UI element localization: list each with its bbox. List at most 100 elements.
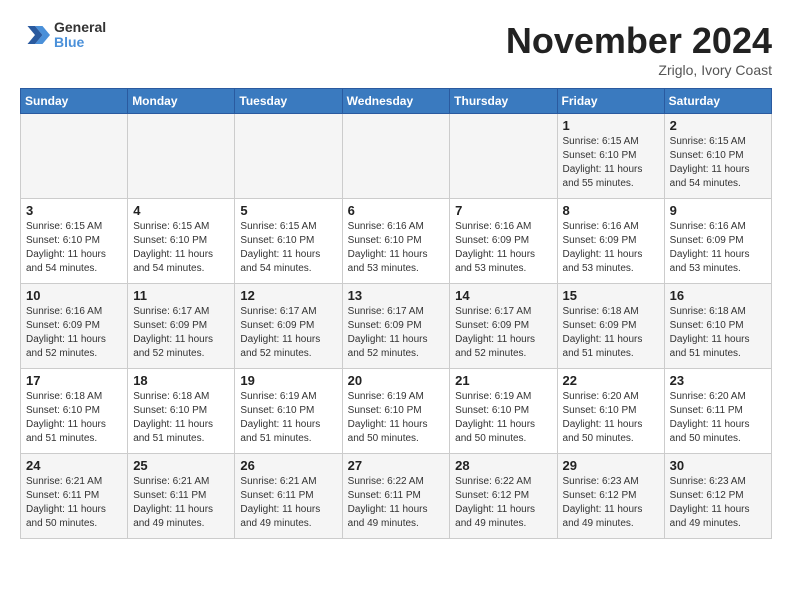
day-info: Sunrise: 6:17 AM Sunset: 6:09 PM Dayligh…	[455, 305, 551, 361]
calendar-week-5: 24Sunrise: 6:21 AM Sunset: 6:11 PM Dayli…	[21, 454, 772, 539]
day-number: 22	[563, 373, 659, 388]
day-number: 5	[240, 203, 336, 218]
calendar-cell: 25Sunrise: 6:21 AM Sunset: 6:11 PM Dayli…	[128, 454, 235, 539]
calendar-week-3: 10Sunrise: 6:16 AM Sunset: 6:09 PM Dayli…	[21, 284, 772, 369]
calendar-cell	[21, 114, 128, 199]
day-number: 13	[348, 288, 445, 303]
calendar-cell: 24Sunrise: 6:21 AM Sunset: 6:11 PM Dayli…	[21, 454, 128, 539]
calendar-cell: 19 Sunrise: 6:19 AM Sunset: 6:10 PM Dayli…	[235, 369, 342, 454]
calendar-cell: 21Sunrise: 6:19 AM Sunset: 6:10 PM Dayli…	[450, 369, 557, 454]
day-number: 1	[563, 118, 659, 133]
calendar-cell: 7 Sunrise: 6:16 AM Sunset: 6:09 PM Daylig…	[450, 199, 557, 284]
day-number: 14	[455, 288, 551, 303]
calendar-week-2: 3 Sunrise: 6:15 AM Sunset: 6:10 PM Daylig…	[21, 199, 772, 284]
day-number: 16	[670, 288, 766, 303]
day-header-monday: Monday	[128, 89, 235, 114]
calendar-cell: 5 Sunrise: 6:15 AM Sunset: 6:10 PM Daylig…	[235, 199, 342, 284]
calendar-cell: 18Sunrise: 6:18 AM Sunset: 6:10 PM Dayli…	[128, 369, 235, 454]
calendar-cell: 6 Sunrise: 6:16 AM Sunset: 6:10 PM Daylig…	[342, 199, 450, 284]
calendar-cell: 27 Sunrise: 6:22 AM Sunset: 6:11 PM Dayli…	[342, 454, 450, 539]
day-info: Sunrise: 6:15 AM Sunset: 6:10 PM Dayligh…	[133, 220, 229, 276]
calendar-cell: 26Sunrise: 6:21 AM Sunset: 6:11 PM Dayli…	[235, 454, 342, 539]
day-info: Sunrise: 6:15 AM Sunset: 6:10 PM Dayligh…	[563, 135, 659, 191]
calendar-cell: 29 Sunrise: 6:23 AM Sunset: 6:12 PM Dayli…	[557, 454, 664, 539]
day-info: Sunrise: 6:15 AM Sunset: 6:10 PM Dayligh…	[240, 220, 336, 276]
day-info: Sunrise: 6:21 AM Sunset: 6:11 PM Dayligh…	[133, 475, 229, 531]
day-info: Sunrise: 6:18 AM Sunset: 6:09 PM Dayligh…	[563, 305, 659, 361]
day-info: Sunrise: 6:17 AM Sunset: 6:09 PM Dayligh…	[133, 305, 229, 361]
day-header-wednesday: Wednesday	[342, 89, 450, 114]
page-header: General Blue November 2024 Zriglo, Ivory…	[20, 20, 772, 78]
day-info: Sunrise: 6:22 AM Sunset: 6:12 PM Dayligh…	[455, 475, 551, 531]
day-number: 15	[563, 288, 659, 303]
calendar-cell: 16 Sunrise: 6:18 AM Sunset: 6:10 PM Dayli…	[664, 284, 771, 369]
day-number: 8	[563, 203, 659, 218]
day-info: Sunrise: 6:19 AM Sunset: 6:10 PM Dayligh…	[348, 390, 445, 446]
calendar-cell: 13Sunrise: 6:17 AM Sunset: 6:09 PM Dayli…	[342, 284, 450, 369]
day-info: Sunrise: 6:23 AM Sunset: 6:12 PM Dayligh…	[563, 475, 659, 531]
day-info: Sunrise: 6:16 AM Sunset: 6:09 PM Dayligh…	[670, 220, 766, 276]
calendar-table: SundayMondayTuesdayWednesdayThursdayFrid…	[20, 88, 772, 539]
day-number: 19	[240, 373, 336, 388]
day-number: 20	[348, 373, 445, 388]
day-info: Sunrise: 6:19 AM Sunset: 6:10 PM Dayligh…	[240, 390, 336, 446]
logo-general-text: General	[54, 20, 106, 35]
calendar-cell: 10Sunrise: 6:16 AM Sunset: 6:09 PM Dayli…	[21, 284, 128, 369]
day-number: 29	[563, 458, 659, 473]
day-number: 2	[670, 118, 766, 133]
calendar-cell: 2 Sunrise: 6:15 AM Sunset: 6:10 PM Daylig…	[664, 114, 771, 199]
calendar-cell: 20 Sunrise: 6:19 AM Sunset: 6:10 PM Dayli…	[342, 369, 450, 454]
calendar-cell: 15 Sunrise: 6:18 AM Sunset: 6:09 PM Dayli…	[557, 284, 664, 369]
day-info: Sunrise: 6:16 AM Sunset: 6:10 PM Dayligh…	[348, 220, 445, 276]
day-info: Sunrise: 6:23 AM Sunset: 6:12 PM Dayligh…	[670, 475, 766, 531]
day-info: Sunrise: 6:16 AM Sunset: 6:09 PM Dayligh…	[563, 220, 659, 276]
calendar-cell	[342, 114, 450, 199]
calendar-cell: 23 Sunrise: 6:20 AM Sunset: 6:11 PM Dayli…	[664, 369, 771, 454]
day-info: Sunrise: 6:18 AM Sunset: 6:10 PM Dayligh…	[670, 305, 766, 361]
calendar-header: SundayMondayTuesdayWednesdayThursdayFrid…	[21, 89, 772, 114]
logo-blue-text: Blue	[54, 35, 106, 50]
calendar-cell	[235, 114, 342, 199]
day-header-saturday: Saturday	[664, 89, 771, 114]
calendar-cell: 9 Sunrise: 6:16 AM Sunset: 6:09 PM Daylig…	[664, 199, 771, 284]
day-number: 3	[26, 203, 122, 218]
day-number: 27	[348, 458, 445, 473]
day-number: 11	[133, 288, 229, 303]
logo-text: General Blue	[54, 20, 106, 51]
day-number: 23	[670, 373, 766, 388]
day-info: Sunrise: 6:20 AM Sunset: 6:10 PM Dayligh…	[563, 390, 659, 446]
day-number: 10	[26, 288, 122, 303]
day-number: 12	[240, 288, 336, 303]
day-info: Sunrise: 6:18 AM Sunset: 6:10 PM Dayligh…	[26, 390, 122, 446]
day-header-sunday: Sunday	[21, 89, 128, 114]
day-info: Sunrise: 6:20 AM Sunset: 6:11 PM Dayligh…	[670, 390, 766, 446]
calendar-body: 1 Sunrise: 6:15 AM Sunset: 6:10 PM Daylig…	[21, 114, 772, 539]
day-info: Sunrise: 6:21 AM Sunset: 6:11 PM Dayligh…	[26, 475, 122, 531]
day-number: 6	[348, 203, 445, 218]
day-number: 9	[670, 203, 766, 218]
calendar-cell	[128, 114, 235, 199]
day-number: 18	[133, 373, 229, 388]
day-info: Sunrise: 6:22 AM Sunset: 6:11 PM Dayligh…	[348, 475, 445, 531]
calendar-cell: 30Sunrise: 6:23 AM Sunset: 6:12 PM Dayli…	[664, 454, 771, 539]
day-header-thursday: Thursday	[450, 89, 557, 114]
day-number: 7	[455, 203, 551, 218]
calendar-cell	[450, 114, 557, 199]
day-info: Sunrise: 6:16 AM Sunset: 6:09 PM Dayligh…	[455, 220, 551, 276]
day-header-friday: Friday	[557, 89, 664, 114]
day-info: Sunrise: 6:15 AM Sunset: 6:10 PM Dayligh…	[670, 135, 766, 191]
calendar-cell: 11 Sunrise: 6:17 AM Sunset: 6:09 PM Dayli…	[128, 284, 235, 369]
day-number: 28	[455, 458, 551, 473]
day-number: 17	[26, 373, 122, 388]
calendar-cell: 17 Sunrise: 6:18 AM Sunset: 6:10 PM Dayli…	[21, 369, 128, 454]
title-block: November 2024 Zriglo, Ivory Coast	[506, 20, 772, 78]
day-number: 26	[240, 458, 336, 473]
calendar-cell: 28 Sunrise: 6:22 AM Sunset: 6:12 PM Dayli…	[450, 454, 557, 539]
day-number: 4	[133, 203, 229, 218]
logo-icon	[20, 20, 50, 50]
logo: General Blue	[20, 20, 106, 51]
calendar-week-1: 1 Sunrise: 6:15 AM Sunset: 6:10 PM Daylig…	[21, 114, 772, 199]
day-info: Sunrise: 6:19 AM Sunset: 6:10 PM Dayligh…	[455, 390, 551, 446]
calendar-cell: 8 Sunrise: 6:16 AM Sunset: 6:09 PM Daylig…	[557, 199, 664, 284]
days-header-row: SundayMondayTuesdayWednesdayThursdayFrid…	[21, 89, 772, 114]
